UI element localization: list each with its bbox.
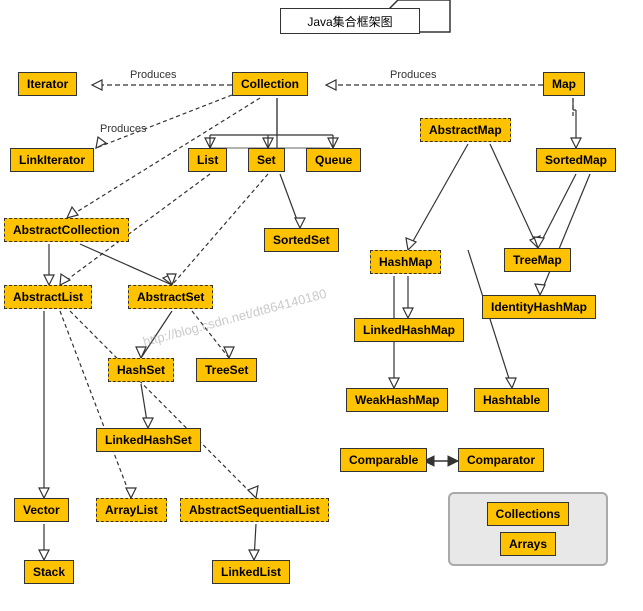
svg-text:Produces: Produces <box>100 123 147 135</box>
node-map: Map <box>543 72 585 96</box>
node-vector: Vector <box>14 498 69 522</box>
node-abstractmap: AbstractMap <box>420 118 511 142</box>
node-queue: Queue <box>306 148 361 172</box>
node-comparable: Comparable <box>340 448 427 472</box>
node-linkedhashmap: LinkedHashMap <box>354 318 464 342</box>
node-abstractsequentiallist: AbstractSequentialList <box>180 498 329 522</box>
node-iterator: Iterator <box>18 72 77 96</box>
legend-collections: Collections <box>487 502 570 526</box>
node-hashset: HashSet <box>108 358 174 382</box>
node-hashtable: Hashtable <box>474 388 549 412</box>
svg-text:Produces: Produces <box>130 69 177 81</box>
node-treemap: TreeMap <box>504 248 571 272</box>
legend-arrays: Arrays <box>500 532 556 556</box>
svg-text:Produces: Produces <box>390 69 437 81</box>
node-treeset: TreeSet <box>196 358 257 382</box>
node-sortedset: SortedSet <box>264 228 339 252</box>
node-comparator: Comparator <box>458 448 544 472</box>
node-linkiterator: LinkIterator <box>10 148 94 172</box>
node-list: List <box>188 148 227 172</box>
node-collection: Collection <box>232 72 308 96</box>
node-abstractset: AbstractSet <box>128 285 213 309</box>
node-abstractcollection: AbstractCollection <box>4 218 129 242</box>
node-arraylist: ArrayList <box>96 498 167 522</box>
legend-box: Collections Arrays <box>448 492 608 566</box>
node-hashmap: HashMap <box>370 250 441 274</box>
node-identityhashmap: IdentityHashMap <box>482 295 596 319</box>
title-label: Java集合框架图 <box>307 13 392 30</box>
node-set: Set <box>248 148 285 172</box>
diagram-container: Produces Produces <box>0 0 643 611</box>
node-sortedmap: SortedMap <box>536 148 616 172</box>
title-node: Java集合框架图 <box>280 8 420 34</box>
node-stack: Stack <box>24 560 74 584</box>
node-abstractlist: AbstractList <box>4 285 92 309</box>
node-linkedhashset: LinkedHashSet <box>96 428 201 452</box>
node-linkedlist: LinkedList <box>212 560 290 584</box>
node-weakhashmap: WeakHashMap <box>346 388 448 412</box>
